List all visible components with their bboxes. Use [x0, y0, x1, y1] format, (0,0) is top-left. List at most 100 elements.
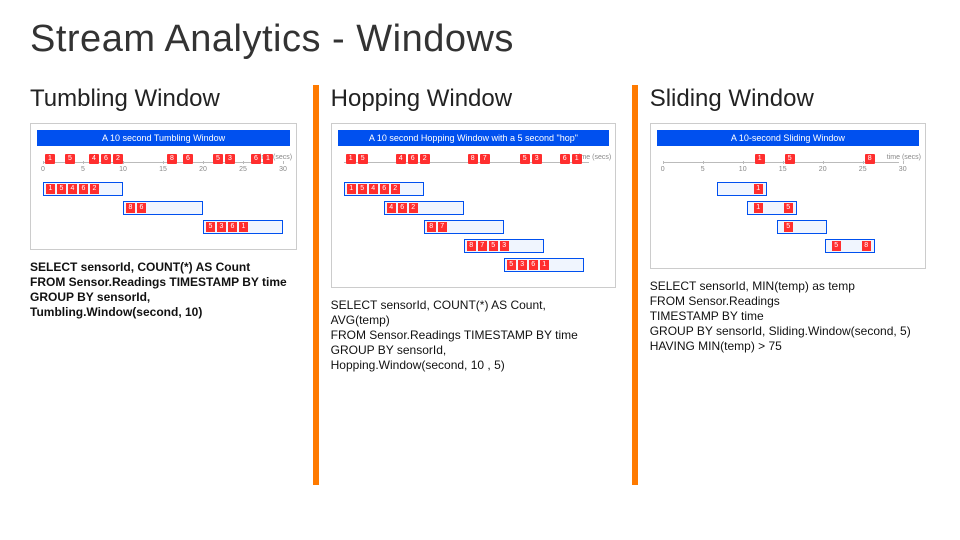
window-cell: 1 [754, 184, 763, 194]
window-cell: 7 [438, 222, 447, 232]
window-cell: 4 [369, 184, 378, 194]
window-cell: 8 [427, 222, 436, 232]
window-cell: 3 [217, 222, 226, 232]
tick: 15 [159, 166, 167, 173]
page-title: Stream Analytics - Windows [30, 18, 936, 61]
axis-line [344, 162, 590, 163]
window-cell: 2 [409, 203, 418, 213]
window: 1 [717, 182, 767, 196]
tick: 15 [779, 166, 787, 173]
event-box: 1 [45, 154, 55, 164]
window-cell: 5 [206, 222, 215, 232]
axis-label: time (secs) [887, 154, 921, 161]
window-cell: 5 [784, 203, 793, 213]
window-cell: 6 [529, 260, 538, 270]
event-box: 6 [101, 154, 111, 164]
event-box: 5 [213, 154, 223, 164]
window-row: 4 6 2 [338, 201, 610, 217]
event-box: 1 [755, 154, 765, 164]
window-row: 1 [657, 182, 919, 198]
event-box: 1 [263, 154, 273, 164]
event-box: 3 [532, 154, 542, 164]
hopping-sql: SELECT sensorId, COUNT(*) AS Count, AVG(… [331, 298, 617, 373]
axis-label: Time (secs) [256, 154, 292, 161]
window-cell: 5 [507, 260, 516, 270]
hopping-caption: A 10 second Hopping Window with a 5 seco… [338, 130, 610, 146]
window-row: 1 5 4 6 2 [338, 182, 610, 198]
window-cell: 7 [478, 241, 487, 251]
window-cell: 1 [347, 184, 356, 194]
event-box: 6 [251, 154, 261, 164]
window-cell: 3 [500, 241, 509, 251]
window: 8 7 5 3 [464, 239, 544, 253]
slide: Stream Analytics - Windows Tumbling Wind… [0, 0, 960, 540]
window-cell: 1 [239, 222, 248, 232]
event-box: 4 [89, 154, 99, 164]
sliding-heading: Sliding Window [650, 85, 926, 113]
window: 8 6 [123, 201, 203, 215]
window-cell: 1 [540, 260, 549, 270]
window-cell: 8 [467, 241, 476, 251]
event-box: 5 [520, 154, 530, 164]
columns: Tumbling Window A 10 second Tumbling Win… [30, 85, 936, 485]
tick: 20 [819, 166, 827, 173]
window-row: 1 5 [657, 201, 919, 217]
event-box: 8 [468, 154, 478, 164]
event-box: 6 [560, 154, 570, 164]
window-cell: 8 [126, 203, 135, 213]
sliding-column: Sliding Window A 10-second Sliding Windo… [650, 85, 936, 354]
divider [632, 85, 638, 485]
window-cell: 5 [57, 184, 66, 194]
window-cell: 6 [228, 222, 237, 232]
window-cell: 4 [387, 203, 396, 213]
tick: 25 [239, 166, 247, 173]
tumbling-caption: A 10 second Tumbling Window [37, 130, 290, 146]
tick: 30 [899, 166, 907, 173]
window-cell: 3 [518, 260, 527, 270]
tick: 0 [41, 166, 45, 173]
event-box: 7 [480, 154, 490, 164]
event-box: 8 [865, 154, 875, 164]
window-row: 5 [657, 220, 919, 236]
tick: 0 [661, 166, 665, 173]
tumbling-diagram: A 10 second Tumbling Window Time (secs) … [30, 123, 297, 250]
event-box: 5 [358, 154, 368, 164]
window-cell: 2 [90, 184, 99, 194]
window: 5 [777, 220, 827, 234]
tumbling-heading: Tumbling Window [30, 85, 297, 113]
divider [313, 85, 319, 485]
window-cell: 6 [398, 203, 407, 213]
event-box: 2 [420, 154, 430, 164]
tick: 20 [199, 166, 207, 173]
window-cell: 5 [832, 241, 841, 251]
window: 8 7 [424, 220, 504, 234]
window: 4 6 2 [384, 201, 464, 215]
window-row: 5 3 6 1 [37, 220, 290, 236]
sliding-timeline: time (secs) 1 5 8 0 5 10 15 20 25 30 [657, 152, 919, 178]
event-box: 5 [785, 154, 795, 164]
tick: 30 [279, 166, 287, 173]
event-box: 4 [396, 154, 406, 164]
tick: 10 [739, 166, 747, 173]
window-row: 5 3 6 1 [338, 258, 610, 274]
window-cell: 6 [380, 184, 389, 194]
hopping-timeline: Time (secs) 1 5 4 6 2 8 7 5 3 6 1 [338, 152, 610, 178]
window-cell: 4 [68, 184, 77, 194]
hopping-diagram: A 10 second Hopping Window with a 5 seco… [331, 123, 617, 288]
sliding-sql: SELECT sensorId, MIN(temp) as temp FROM … [650, 279, 926, 354]
tumbling-sql: SELECT sensorId, COUNT(*) AS Count FROM … [30, 260, 297, 320]
window: 5 3 6 1 [203, 220, 283, 234]
window-row: 8 6 [37, 201, 290, 217]
hopping-column: Hopping Window A 10 second Hopping Windo… [331, 85, 627, 373]
window: 1 5 [747, 201, 797, 215]
window-cell: 1 [46, 184, 55, 194]
tick: 5 [81, 166, 85, 173]
event-box: 6 [183, 154, 193, 164]
event-box: 5 [65, 154, 75, 164]
event-box: 6 [408, 154, 418, 164]
window-cell: 6 [137, 203, 146, 213]
tick: 25 [859, 166, 867, 173]
hopping-heading: Hopping Window [331, 85, 617, 113]
window-cell: 8 [862, 241, 871, 251]
tumbling-timeline: Time (secs) 1 5 4 6 2 8 6 5 3 6 1 0 5 10… [37, 152, 290, 178]
